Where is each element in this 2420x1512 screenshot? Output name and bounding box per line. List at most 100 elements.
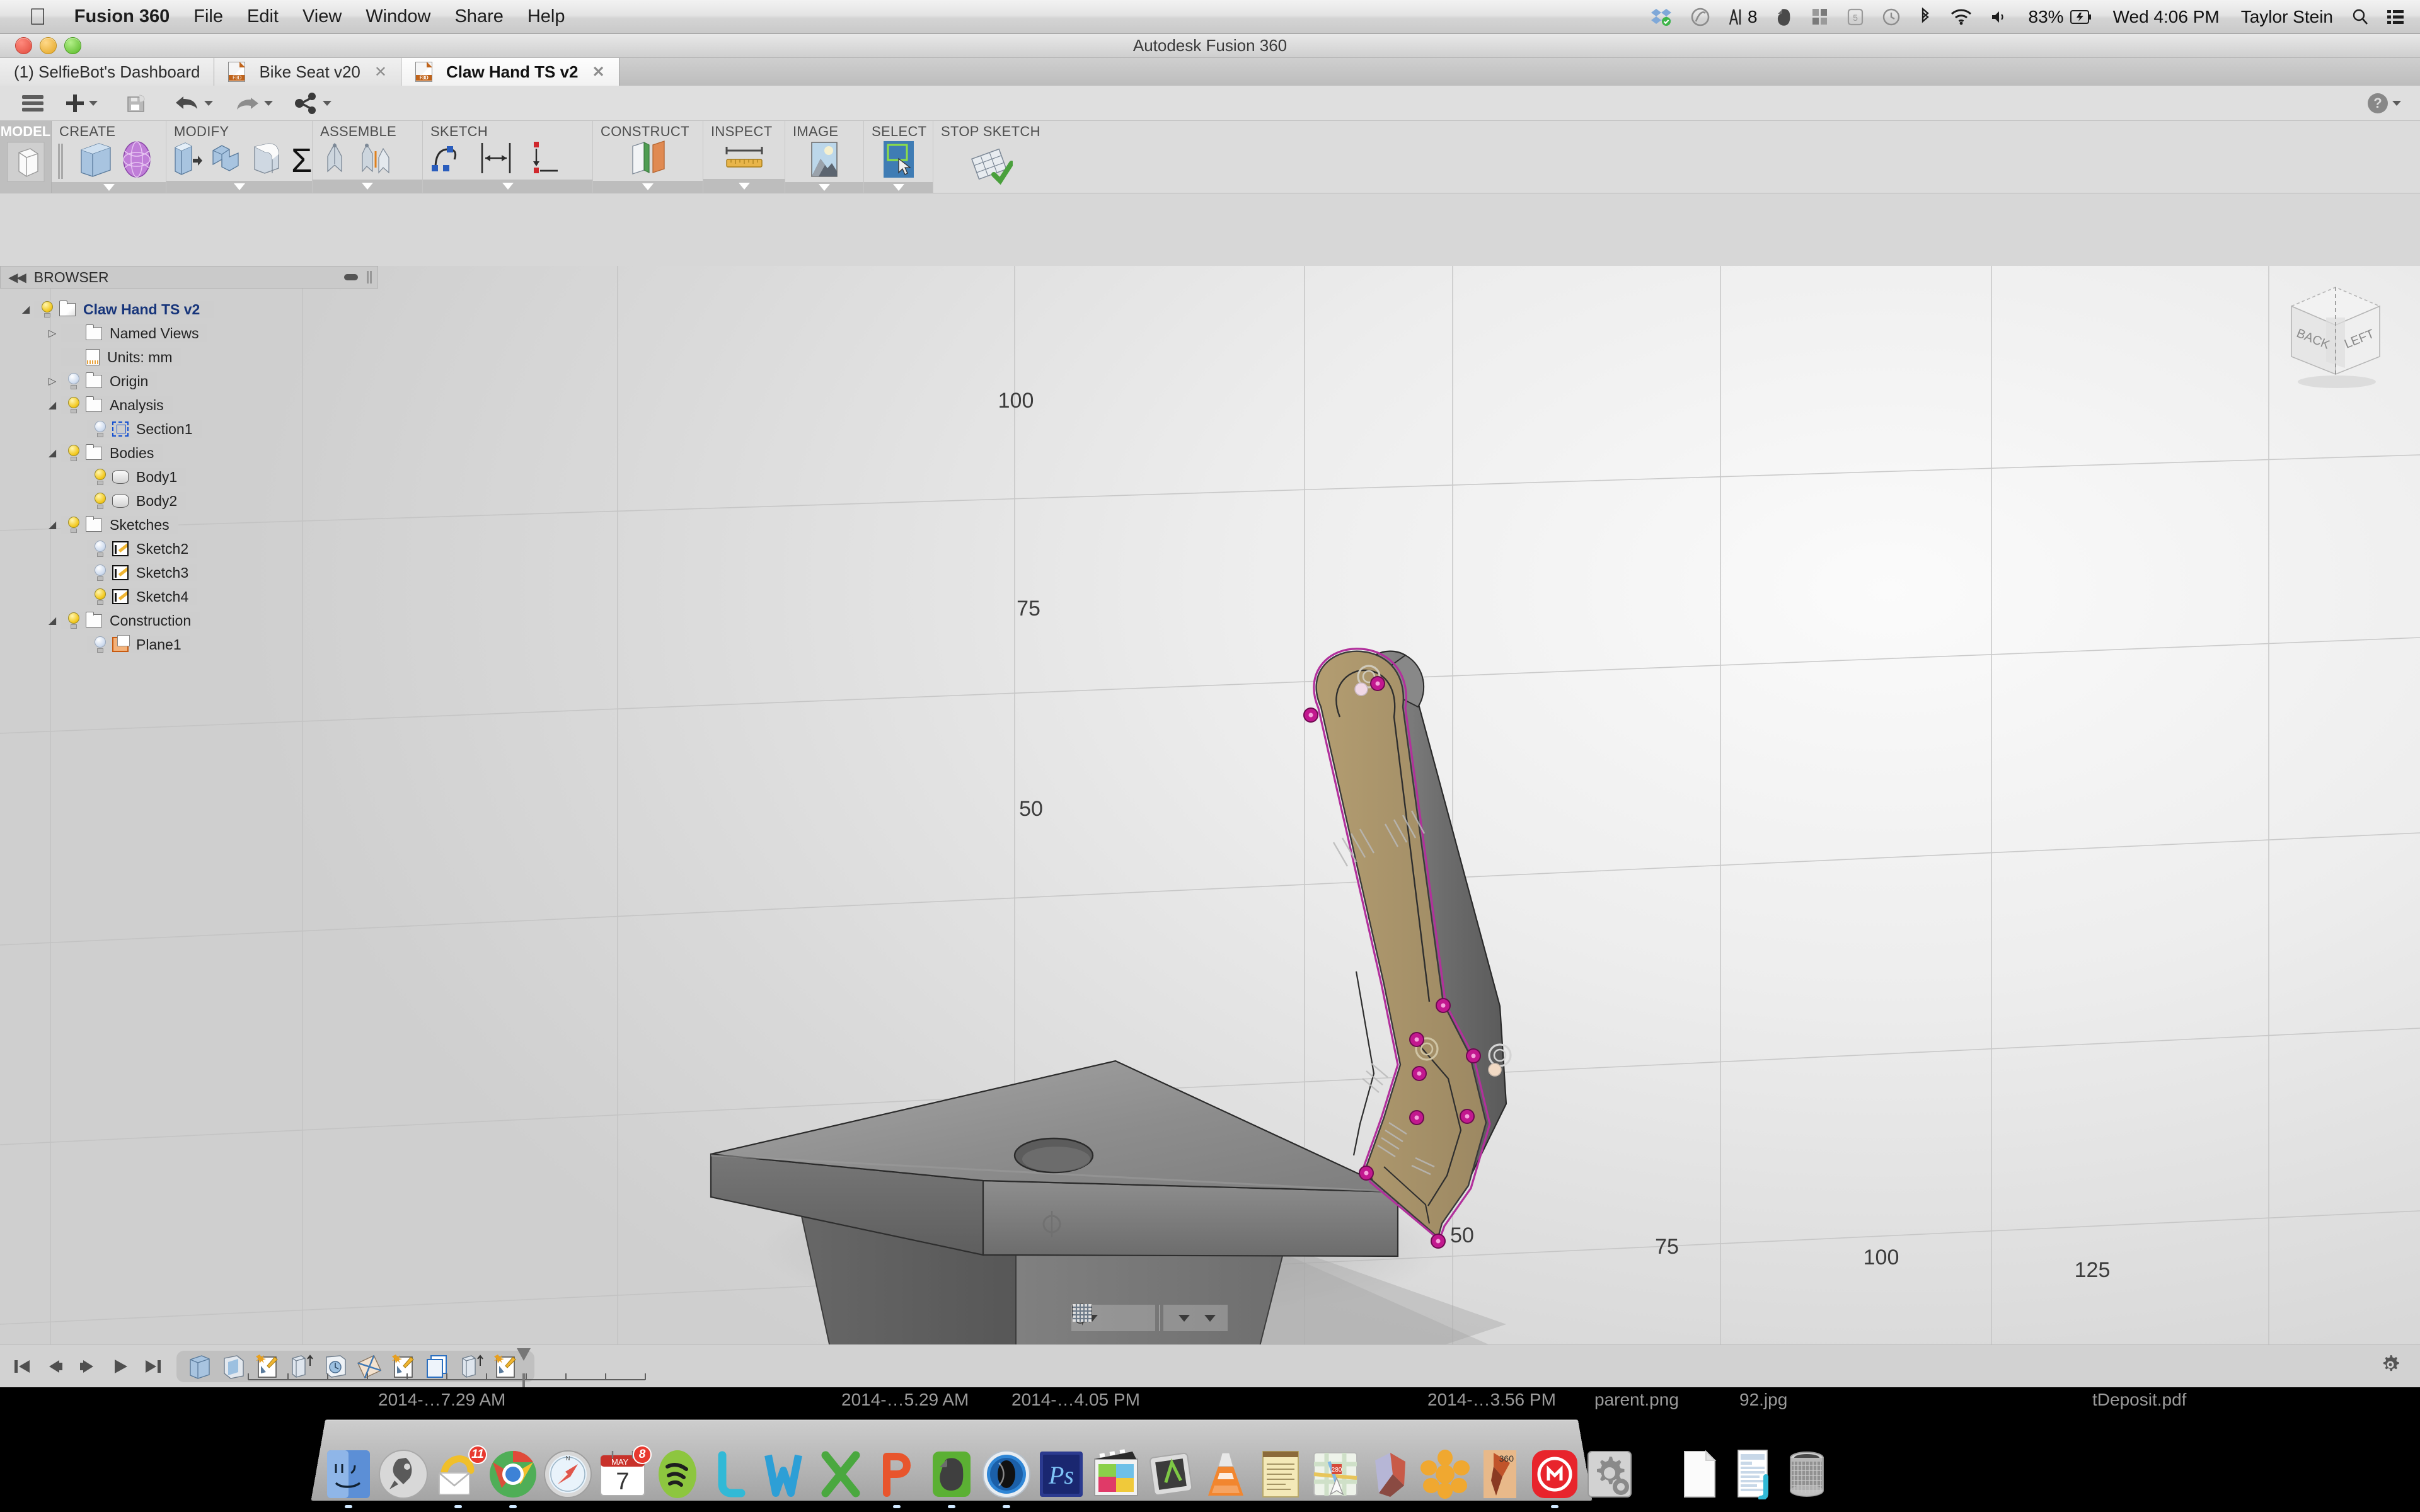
- chevron-down-icon[interactable]: [1204, 1314, 1216, 1322]
- downloads-stack-icon[interactable]: [1727, 1449, 1777, 1501]
- panel-dropdown-image[interactable]: [785, 182, 863, 193]
- mail-icon[interactable]: 11: [433, 1445, 487, 1508]
- visibility-bulb-icon[interactable]: [93, 421, 107, 437]
- menu-window[interactable]: Window: [366, 6, 430, 27]
- view-cube[interactable]: BACK LEFT: [2266, 273, 2405, 393]
- panel-dropdown-construct[interactable]: [593, 181, 703, 193]
- dimension-icon[interactable]: [477, 140, 515, 179]
- stop-sketch-icon[interactable]: [967, 146, 1014, 188]
- new-component-icon[interactable]: [319, 140, 350, 180]
- timeline-feature-2[interactable]: [219, 1353, 248, 1380]
- settings-gear-icon[interactable]: [2378, 1353, 2402, 1380]
- hamburger-menu-icon[interactable]: [21, 94, 44, 113]
- tree-item-construction[interactable]: ◢ Construction: [0, 609, 378, 633]
- apple-menu-icon[interactable]: : [29, 5, 47, 28]
- new-plus-icon[interactable]: [66, 93, 98, 113]
- creative-cloud-icon[interactable]: [1691, 8, 1710, 26]
- safari-icon[interactable]: N: [543, 1449, 593, 1499]
- divvy-icon[interactable]: [1812, 8, 1828, 26]
- spotify-icon[interactable]: [652, 1449, 703, 1499]
- workspace-tab-model[interactable]: MODEL: [0, 121, 52, 193]
- menu-clock[interactable]: Wed 4:06 PM: [2113, 7, 2220, 27]
- menu-view[interactable]: View: [302, 6, 342, 27]
- tab-claw-hand[interactable]: Claw Hand TS v2 ✕: [401, 58, 619, 86]
- tree-collapse-arrow[interactable]: ▷: [44, 375, 60, 387]
- trash-icon[interactable]: [1782, 1449, 1832, 1499]
- chevron-down-icon[interactable]: [323, 100, 331, 106]
- timeline-end-marker[interactable]: [517, 1348, 531, 1387]
- stickies-icon[interactable]: [1255, 1449, 1306, 1499]
- wifi-icon[interactable]: [1950, 9, 1972, 25]
- menu-help[interactable]: Help: [527, 6, 565, 27]
- final-cut-pro-icon[interactable]: [1091, 1449, 1141, 1499]
- panel-dropdown-create[interactable]: [52, 182, 166, 193]
- tree-item-sketch2[interactable]: Sketch2: [0, 537, 378, 561]
- tree-expand-arrow[interactable]: ◢: [44, 518, 60, 531]
- panel-dropdown-select[interactable]: [864, 182, 933, 193]
- tree-item-bodies[interactable]: ◢ Bodies: [0, 441, 378, 465]
- search-icon[interactable]: [2352, 8, 2368, 26]
- maps-icon[interactable]: 280: [1310, 1449, 1361, 1499]
- timemachine-icon[interactable]: [1882, 8, 1900, 26]
- go-to-end-icon[interactable]: [144, 1357, 163, 1376]
- select-window-icon[interactable]: [881, 140, 916, 182]
- photoshop-icon[interactable]: Ps: [1036, 1449, 1086, 1499]
- visibility-bulb-icon[interactable]: [93, 636, 107, 653]
- menu-file[interactable]: File: [193, 6, 223, 27]
- step-forward-icon[interactable]: [78, 1357, 97, 1376]
- offset-plane-icon[interactable]: [624, 140, 672, 181]
- tree-item-units-mm[interactable]: Units: mm: [0, 345, 378, 369]
- joint-icon[interactable]: [358, 140, 393, 180]
- go-to-beginning-icon[interactable]: [13, 1357, 32, 1376]
- tree-item-section1[interactable]: Section1: [0, 417, 378, 441]
- extrude-icon[interactable]: [78, 140, 114, 182]
- panel-resize-grip[interactable]: [367, 271, 369, 284]
- minimize-icon[interactable]: [344, 274, 358, 280]
- evernote-icon[interactable]: [1777, 8, 1793, 26]
- spline-icon[interactable]: [429, 140, 463, 179]
- word-icon[interactable]: [762, 1449, 812, 1499]
- fillet-icon[interactable]: [251, 140, 284, 180]
- bluetooth-icon[interactable]: [1919, 7, 1932, 26]
- tree-item-body2[interactable]: Body2: [0, 489, 378, 513]
- makerbot-icon[interactable]: [1530, 1449, 1580, 1508]
- tree-expand-arrow[interactable]: ◢: [18, 303, 34, 316]
- play-icon[interactable]: [111, 1357, 130, 1376]
- tree-item-analysis[interactable]: ◢ Analysis: [0, 393, 378, 417]
- visibility-bulb-icon[interactable]: [93, 588, 107, 605]
- visibility-bulb-icon[interactable]: [93, 493, 107, 509]
- offset-face-icon[interactable]: [210, 140, 243, 180]
- tree-expand-arrow[interactable]: ◢: [44, 614, 60, 627]
- visibility-bulb-icon[interactable]: [67, 373, 81, 389]
- tree-item-origin[interactable]: ▷ Origin: [0, 369, 378, 393]
- notification-center-icon[interactable]: [2387, 9, 2404, 25]
- menu-edit[interactable]: Edit: [247, 6, 279, 27]
- chrome-icon[interactable]: [488, 1449, 538, 1508]
- fusion360-icon[interactable]: 360: [1475, 1449, 1525, 1499]
- visibility-bulb-icon[interactable]: [93, 564, 107, 581]
- visibility-bulb-icon[interactable]: [67, 517, 81, 533]
- panel-dropdown-inspect[interactable]: [703, 179, 785, 193]
- measure-icon[interactable]: [720, 140, 768, 179]
- menu-app-name[interactable]: Fusion 360: [74, 6, 170, 27]
- canvas-image-icon[interactable]: [808, 140, 841, 182]
- tree-item-sketch3[interactable]: Sketch3: [0, 561, 378, 585]
- chevron-down-icon[interactable]: [1178, 1314, 1190, 1322]
- launchpad-icon[interactable]: [378, 1449, 429, 1499]
- meshmixer-icon[interactable]: [1365, 1449, 1415, 1499]
- excel-icon[interactable]: [817, 1449, 867, 1499]
- tree-item-plane1[interactable]: Plane1: [0, 633, 378, 656]
- finder-icon[interactable]: [323, 1449, 374, 1508]
- evernote-icon[interactable]: [926, 1449, 977, 1508]
- chevron-down-icon[interactable]: [89, 100, 98, 106]
- motion-icon[interactable]: [1146, 1449, 1196, 1499]
- panel-dropdown-assemble[interactable]: [313, 180, 422, 193]
- sphere-revolve-icon[interactable]: [122, 140, 152, 182]
- visibility-bulb-icon[interactable]: [67, 397, 81, 413]
- tree-item-sketch4[interactable]: Sketch4: [0, 585, 378, 609]
- menu-share[interactable]: Share: [454, 6, 503, 27]
- help-button[interactable]: ?: [2368, 93, 2401, 113]
- chevron-down-icon[interactable]: [264, 100, 273, 106]
- tree-expand-arrow[interactable]: ◢: [44, 447, 60, 459]
- collapse-panel-icon[interactable]: ◀◀: [8, 270, 26, 285]
